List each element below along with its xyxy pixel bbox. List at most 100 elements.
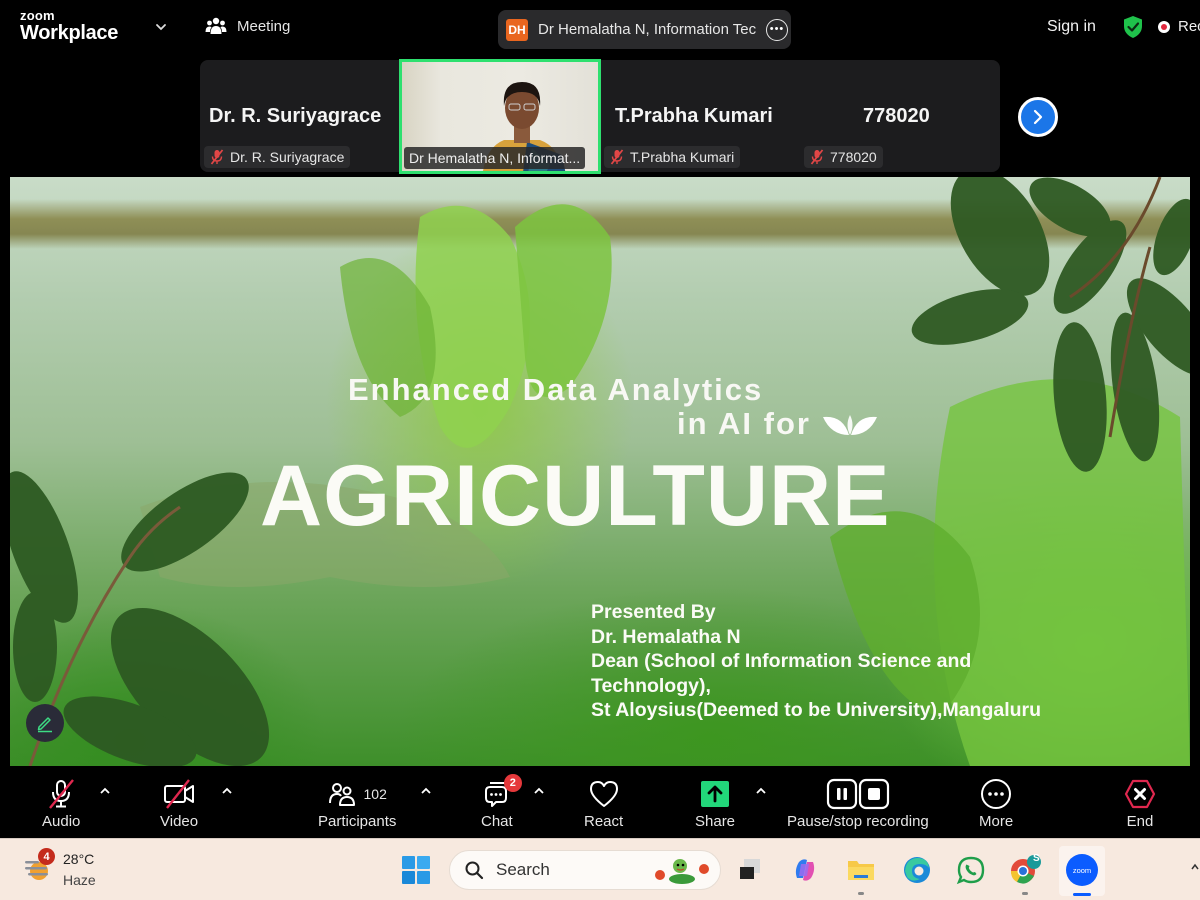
search-label: Search [496, 860, 550, 879]
taskbar-edge[interactable] [898, 851, 936, 889]
security-shield-icon[interactable] [1122, 15, 1144, 39]
chevron-right-icon [1033, 109, 1043, 125]
taskbar-zoom[interactable]: zoom [1063, 851, 1101, 896]
brand-zoom: zoom [20, 8, 55, 23]
chat-unread-badge: 2 [503, 774, 522, 792]
slide-title-line2: in AI for [677, 406, 879, 442]
taskbar-search-box[interactable]: Search [449, 850, 721, 890]
end-meeting-button[interactable]: End [1124, 778, 1156, 830]
participants-icon [328, 783, 355, 806]
participant-display-name: T.Prabha Kumari [615, 105, 773, 127]
end-call-icon [1124, 779, 1156, 809]
participant-tile[interactable]: Dr. R. Suriyagrace Dr. R. Suriyagrace [200, 60, 399, 172]
mic-muted-icon [810, 149, 824, 165]
task-view-icon [740, 859, 760, 879]
whatsapp-icon [956, 856, 985, 885]
participant-name-tag: Dr Hemalatha N, Informat... [404, 147, 586, 169]
windows-start-icon[interactable] [401, 855, 431, 885]
more-icon [981, 779, 1012, 809]
active-speaker-pill[interactable]: DH Dr Hemalatha N, Information Tec ••• [498, 10, 791, 49]
presenter-line: Dr. Hemalatha N [591, 625, 741, 648]
participant-display-name: Dr. R. Suriyagrace [209, 105, 382, 127]
presenter-line: Presented By [591, 601, 716, 623]
more-button[interactable]: More [979, 778, 1013, 830]
video-button[interactable]: Video [160, 778, 198, 830]
system-tray-chevron-icon[interactable] [1190, 862, 1200, 872]
mic-muted-icon [210, 149, 224, 165]
share-label: Share [695, 813, 736, 830]
weather-notification-badge: 4 [38, 848, 55, 865]
slide-main-title: AGRICULTURE [260, 448, 891, 544]
edge-icon [904, 857, 930, 883]
participants-options-caret-icon[interactable] [420, 786, 432, 796]
sign-in-link[interactable]: Sign in [1047, 18, 1096, 36]
recording-control-label: Pause/stop recording [787, 813, 929, 830]
presenter-line: St Aloysius(Deemed to be University),Man… [591, 699, 1042, 721]
weather-temperature[interactable]: 28°C [63, 851, 94, 867]
more-label: More [979, 813, 1014, 830]
search-highlight-snake-icon [655, 859, 709, 884]
chat-options-caret-icon[interactable] [533, 786, 545, 796]
video-label: Video [160, 813, 199, 830]
participants-count: 102 [363, 786, 387, 802]
meeting-menu[interactable]: Meeting [205, 17, 290, 35]
pause-stop-icon [826, 778, 889, 810]
participant-name-tag: 778020 [804, 146, 883, 168]
taskbar-whatsapp[interactable] [952, 851, 990, 889]
participant-tag-label: T.Prabha Kumari [630, 149, 735, 165]
people-icon [205, 17, 227, 34]
running-indicator [858, 892, 864, 895]
next-page-button[interactable] [1018, 97, 1058, 137]
participant-name-tag: T.Prabha Kumari [604, 146, 741, 168]
presenter-line: Technology), [591, 674, 711, 697]
share-options-caret-icon[interactable] [755, 786, 767, 796]
more-options-icon[interactable]: ••• [766, 18, 788, 41]
taskbar-task-view[interactable] [731, 851, 769, 889]
participants-label: Participants [318, 813, 397, 830]
audio-options-caret-icon[interactable] [99, 786, 111, 796]
sprout-leaf-icon [822, 415, 877, 435]
speaker-name: Dr Hemalatha N, Information Tec [538, 21, 756, 38]
participant-tile[interactable]: 778020 778020 [801, 60, 1000, 172]
weather-condition[interactable]: Haze [63, 872, 96, 888]
recording-label: Rec [1178, 18, 1200, 35]
shared-screen-slide: Enhanced Data Analytics in AI for AGRICU… [10, 177, 1190, 766]
pause-stop-recording-button[interactable]: Pause/stop recording [787, 778, 929, 830]
taskbar-chrome[interactable]: S [1006, 851, 1044, 895]
react-label: React [584, 813, 624, 830]
mic-muted-icon [610, 149, 624, 165]
participant-name-tag: Dr. R. Suriyagrace [204, 146, 351, 168]
heart-icon [589, 781, 618, 807]
recording-indicator[interactable]: Rec [1158, 18, 1200, 35]
participant-tile[interactable]: T.Prabha Kumari T.Prabha Kumari [601, 60, 801, 172]
brand-workplace: Workplace [20, 22, 119, 44]
chevron-down-icon[interactable] [154, 20, 168, 34]
taskbar-file-explorer[interactable] [842, 851, 880, 895]
running-indicator [1022, 892, 1028, 895]
active-app-indicator [1073, 893, 1091, 896]
search-icon [465, 861, 484, 880]
audio-button[interactable]: Audio [42, 778, 80, 830]
copilot-icon [795, 859, 815, 881]
taskbar-copilot[interactable] [786, 851, 824, 889]
mic-muted-icon [49, 779, 75, 809]
chrome-profile-badge: S [1033, 853, 1040, 864]
audio-label: Audio [42, 813, 81, 830]
share-screen-icon [701, 781, 730, 807]
title-bar: zoom Workplace Meeting DH Dr Hemalatha N… [0, 0, 1200, 58]
participants-button[interactable]: 102 Participants [318, 778, 396, 830]
presenter-line: Dean (School of Information Science and [591, 650, 972, 672]
slide-title-line2-text: in AI for [677, 406, 811, 441]
share-button[interactable]: Share [695, 778, 735, 830]
presenter-info: Presented By Dr. Hemalatha N Dean (Schoo… [591, 600, 1041, 723]
chat-button[interactable]: 2 Chat [481, 774, 522, 830]
active-speaker-video-tile[interactable]: Dr Hemalatha N, Informat... [399, 59, 601, 174]
react-button[interactable]: React [584, 778, 623, 830]
slide-title-line1: Enhanced Data Analytics [348, 372, 764, 407]
participant-display-name: 778020 [863, 105, 930, 127]
participant-tag-label: Dr. R. Suriyagrace [230, 149, 345, 165]
meeting-controls-bar: Audio Video 102 Participants 2 Chat Reac… [0, 766, 1200, 838]
record-dot-icon [1158, 20, 1170, 33]
video-options-caret-icon[interactable] [221, 786, 233, 796]
annotate-button[interactable] [26, 704, 64, 742]
